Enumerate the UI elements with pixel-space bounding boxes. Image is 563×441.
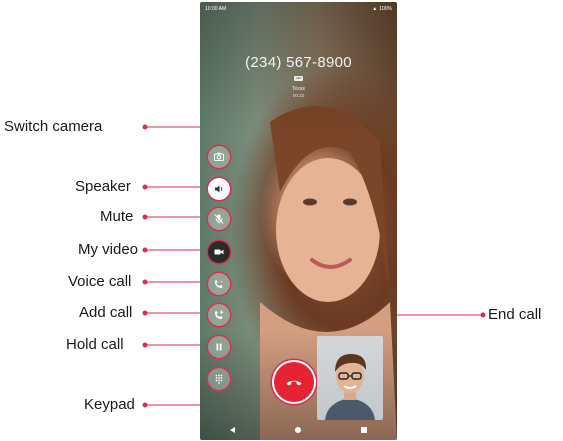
hold-call-button[interactable]	[208, 336, 230, 358]
video-camera-icon	[214, 249, 224, 255]
speaker-button[interactable]	[208, 178, 230, 200]
pause-icon	[216, 343, 222, 351]
end-call-button[interactable]	[274, 362, 314, 402]
keypad-icon	[215, 374, 223, 384]
voice-call-button[interactable]	[208, 273, 230, 295]
system-navigation-bar	[200, 420, 397, 440]
video-call-screen: 10:00 AM ▲ 100% (234) 567-8900 HD Texas …	[200, 2, 397, 440]
voice-call-icon	[215, 280, 223, 288]
keypad-button[interactable]	[208, 368, 230, 390]
caller-location: Texas	[291, 86, 306, 92]
label-hold-call: Hold call	[66, 336, 124, 353]
label-end-call: End call	[488, 306, 542, 323]
my-video-button[interactable]	[208, 241, 230, 263]
mute-button[interactable]	[208, 208, 230, 230]
switch-camera-icon	[214, 152, 224, 161]
add-call-button[interactable]	[208, 304, 230, 326]
status-time: 10:00 AM	[205, 6, 227, 12]
label-add-call: Add call	[79, 304, 133, 321]
self-video-preview[interactable]	[317, 336, 383, 420]
label-mute: Mute	[100, 208, 134, 225]
mute-icon	[214, 214, 224, 224]
caller-phone-number: (234) 567-8900	[245, 54, 352, 71]
signal-icon: ▲	[372, 6, 378, 12]
call-duration: 00:33	[292, 93, 305, 98]
hd-badge: HD	[294, 76, 303, 81]
label-switch-camera: Switch camera	[4, 118, 103, 135]
speaker-icon	[215, 185, 223, 193]
status-icons: ▲ 100%	[372, 6, 392, 12]
battery-level: 100%	[379, 6, 392, 12]
self-video-feed	[325, 354, 375, 420]
add-call-icon	[215, 310, 224, 319]
home-icon[interactable]	[295, 427, 301, 433]
label-voice-call: Voice call	[68, 273, 132, 290]
recent-apps-icon[interactable]	[361, 427, 367, 433]
status-bar: 10:00 AM ▲ 100%	[200, 2, 397, 16]
end-call-icon	[286, 380, 302, 386]
label-my-video: My video	[78, 241, 139, 258]
back-icon[interactable]	[230, 427, 235, 433]
label-keypad: Keypad	[84, 396, 135, 413]
switch-camera-button[interactable]	[208, 146, 230, 168]
label-speaker: Speaker	[75, 178, 131, 195]
